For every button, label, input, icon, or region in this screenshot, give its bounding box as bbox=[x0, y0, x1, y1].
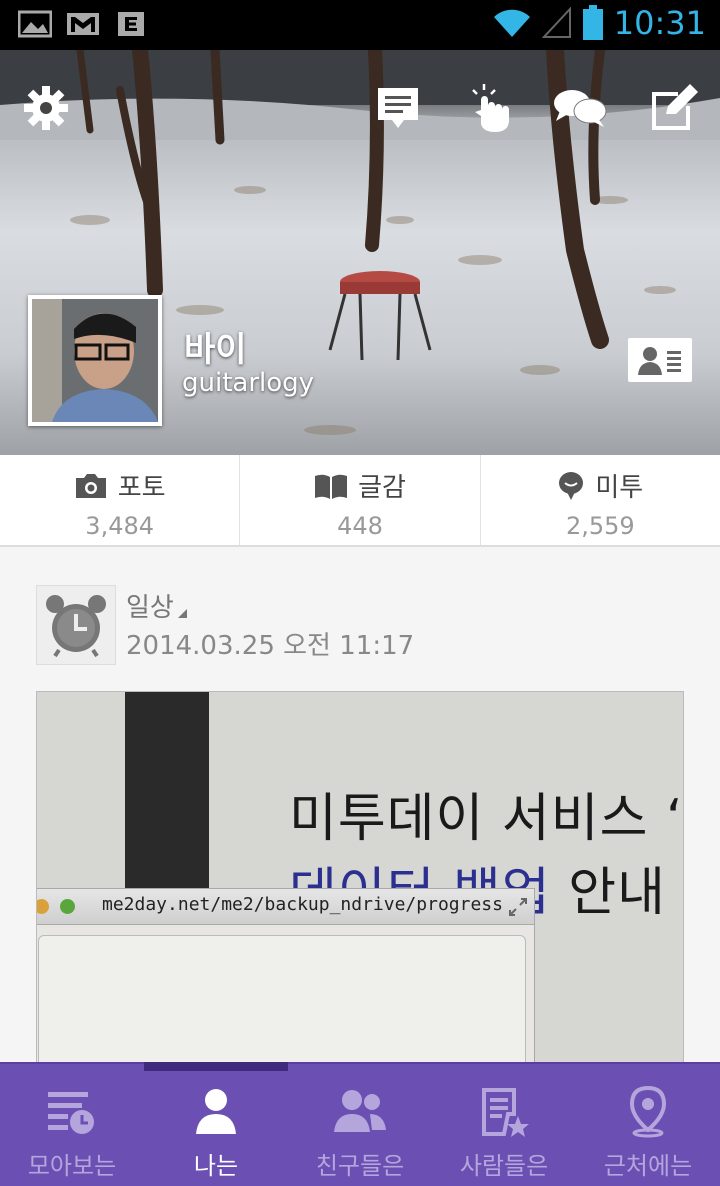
nav-people-label: 사람들은 bbox=[459, 1152, 549, 1180]
profile-name: 바이 bbox=[184, 330, 247, 370]
camera-icon bbox=[75, 473, 106, 498]
image-browser-window: me2day.net/me2/backup_ndrive/progress bbox=[37, 888, 535, 1062]
person-icon bbox=[196, 1089, 236, 1134]
nav-me-label: 나는 bbox=[193, 1152, 239, 1180]
profile-stats: 포토 3,484 글감 448 미투 2,559 bbox=[0, 455, 720, 547]
wifi-icon bbox=[493, 9, 530, 37]
profile-card-button[interactable] bbox=[628, 338, 692, 382]
image-text-rest: 안내 bbox=[550, 863, 666, 923]
stat-metoo-value: 2,559 bbox=[565, 512, 635, 540]
profile-id: guitarlogy bbox=[182, 368, 315, 398]
traffic-light-green-icon bbox=[60, 899, 75, 914]
message-button[interactable] bbox=[370, 80, 426, 136]
settings-button[interactable] bbox=[18, 80, 74, 136]
chat-button[interactable] bbox=[552, 80, 608, 136]
signal-icon bbox=[541, 7, 571, 38]
avatar-image bbox=[32, 299, 158, 422]
book-icon bbox=[315, 474, 348, 499]
stat-photo-value: 3,484 bbox=[85, 512, 155, 540]
gallery-icon bbox=[18, 10, 52, 38]
e-icon bbox=[118, 12, 144, 36]
cover-photo: 바이 guitarlogy bbox=[0, 50, 720, 455]
stat-writing-value: 448 bbox=[337, 512, 383, 540]
traffic-light-yellow-icon bbox=[37, 899, 49, 914]
speech-bubble-icon bbox=[559, 471, 584, 500]
gmail-icon bbox=[67, 13, 99, 35]
image-browser-url: me2day.net/me2/backup_ndrive/progress bbox=[102, 894, 503, 915]
nav-people[interactable]: 사람들은 bbox=[432, 1064, 576, 1186]
chat-icon bbox=[554, 90, 607, 127]
post-header: 일상 2014.03.25 오전 11:17 bbox=[36, 585, 686, 665]
post-datetime: 2014.03.25 오전 11:17 bbox=[126, 631, 415, 661]
timeline-icon bbox=[48, 1092, 94, 1134]
status-bar: 10:31 bbox=[0, 0, 720, 50]
nav-me[interactable]: 나는 bbox=[144, 1062, 288, 1186]
stat-metoo-label: 미투 bbox=[595, 473, 644, 503]
post-image[interactable]: 미투데이 서비스 ‘ 데이터 백업 안내 me2day.net/me2/back… bbox=[36, 691, 684, 1063]
friends-icon bbox=[334, 1090, 386, 1132]
dropdown-triangle-icon bbox=[177, 609, 187, 618]
nav-nearby[interactable]: 근처에는 bbox=[576, 1064, 720, 1186]
post-category-label: 일상 bbox=[126, 593, 174, 623]
battery-icon bbox=[582, 5, 603, 40]
compose-icon bbox=[652, 84, 698, 130]
nav-friends[interactable]: 친구들은 bbox=[288, 1064, 432, 1186]
stat-writing[interactable]: 글감 448 bbox=[240, 455, 481, 545]
id-card-icon bbox=[638, 347, 681, 375]
image-browser-titlebar: me2day.net/me2/backup_ndrive/progress bbox=[37, 889, 534, 925]
bottom-nav: 모아보는 나는 친구들은 사람들은 근처에는 bbox=[0, 1062, 720, 1186]
post-avatar[interactable] bbox=[36, 585, 116, 665]
profile-avatar[interactable] bbox=[28, 295, 162, 426]
image-text-line1: 미투데이 서비스 ‘ bbox=[289, 789, 684, 849]
nav-nearby-label: 근처에는 bbox=[603, 1152, 693, 1180]
expand-icon bbox=[509, 898, 527, 916]
post-category[interactable]: 일상 bbox=[126, 587, 187, 624]
tap-icon bbox=[472, 84, 509, 132]
tap-button[interactable] bbox=[462, 80, 518, 136]
stat-writing-label: 글감 bbox=[358, 473, 406, 503]
alarm-clock-icon bbox=[46, 595, 106, 658]
status-clock: 10:31 bbox=[613, 4, 706, 42]
image-browser-content bbox=[38, 935, 526, 1062]
stat-photo-label: 포토 bbox=[117, 473, 166, 503]
location-pin-icon bbox=[629, 1086, 667, 1138]
nav-friends-label: 친구들은 bbox=[315, 1152, 405, 1180]
compose-button[interactable] bbox=[646, 80, 702, 136]
stat-photo[interactable]: 포토 3,484 bbox=[0, 455, 241, 545]
stat-metoo[interactable]: 미투 2,559 bbox=[481, 455, 720, 545]
stool-shape bbox=[328, 271, 432, 361]
message-icon bbox=[378, 88, 418, 128]
nav-timeline-label: 모아보는 bbox=[27, 1152, 117, 1180]
starred-doc-icon bbox=[482, 1088, 529, 1137]
nav-timeline[interactable]: 모아보는 bbox=[0, 1064, 144, 1186]
settings-icon bbox=[24, 86, 68, 130]
